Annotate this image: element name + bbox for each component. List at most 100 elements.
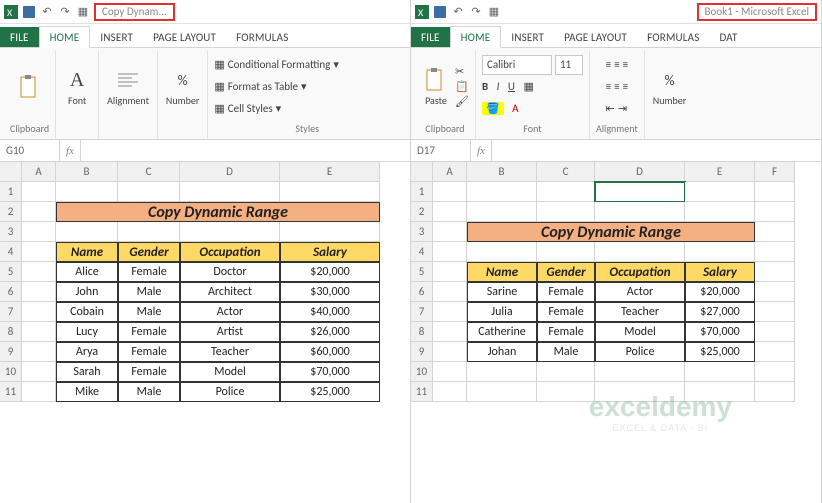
cell[interactable]: Female xyxy=(118,262,180,282)
col-header[interactable]: C xyxy=(118,162,180,182)
number-button[interactable]: %Number xyxy=(651,65,688,108)
col-header[interactable]: E xyxy=(280,162,380,182)
cell[interactable]: Gender xyxy=(118,242,180,262)
font-button[interactable]: AFont xyxy=(62,65,92,108)
cell[interactable] xyxy=(22,362,56,382)
row-header[interactable]: 2 xyxy=(0,202,22,222)
name-box[interactable]: D17 xyxy=(411,140,471,161)
cell[interactable] xyxy=(755,322,795,342)
cell[interactable]: Male xyxy=(118,382,180,402)
grid-icon[interactable]: ▦ xyxy=(76,5,90,19)
cell[interactable] xyxy=(537,202,595,222)
tab-data[interactable]: DAT xyxy=(709,27,747,47)
align-mid-icon[interactable]: ≡ xyxy=(614,58,619,71)
cell[interactable]: $25,000 xyxy=(280,382,380,402)
cell[interactable] xyxy=(467,382,537,402)
cell[interactable] xyxy=(755,302,795,322)
format-table-button[interactable]: ▦Format as Table ▾ xyxy=(214,77,339,97)
cell[interactable] xyxy=(755,222,795,242)
row-header[interactable]: 9 xyxy=(0,342,22,362)
cell[interactable]: Catherine xyxy=(467,322,537,342)
cell[interactable]: Male xyxy=(118,282,180,302)
cell[interactable]: Architect xyxy=(180,282,280,302)
cell[interactable]: $20,000 xyxy=(685,282,755,302)
cell[interactable]: Female xyxy=(118,322,180,342)
col-header[interactable]: B xyxy=(56,162,118,182)
cell[interactable] xyxy=(537,362,595,382)
cell[interactable] xyxy=(280,222,380,242)
cell[interactable]: Model xyxy=(595,322,685,342)
cell[interactable] xyxy=(433,282,467,302)
cell[interactable] xyxy=(467,182,537,202)
tab-page-layout[interactable]: PAGE LAYOUT xyxy=(554,27,637,47)
cell[interactable]: $25,000 xyxy=(685,342,755,362)
cell[interactable] xyxy=(685,182,755,202)
indent-inc-icon[interactable]: ⇥ xyxy=(618,102,627,115)
cell[interactable] xyxy=(755,362,795,382)
row-header[interactable]: 4 xyxy=(0,242,22,262)
cell[interactable]: Occupation xyxy=(180,242,280,262)
cell[interactable]: Female xyxy=(118,342,180,362)
cell[interactable] xyxy=(467,242,537,262)
cell[interactable] xyxy=(685,202,755,222)
align-right-icon[interactable]: ≡ xyxy=(623,80,628,93)
name-box[interactable]: G10 xyxy=(0,140,60,161)
select-all[interactable] xyxy=(411,162,433,182)
cell[interactable] xyxy=(595,382,685,402)
cell[interactable] xyxy=(22,342,56,362)
row-header[interactable]: 10 xyxy=(0,362,22,382)
col-header[interactable]: F xyxy=(755,162,795,182)
cell[interactable] xyxy=(433,202,467,222)
cell[interactable]: Name xyxy=(467,262,537,282)
col-header[interactable]: A xyxy=(433,162,467,182)
cell[interactable] xyxy=(22,202,56,222)
tab-insert[interactable]: INSERT xyxy=(90,27,143,47)
select-all[interactable] xyxy=(0,162,22,182)
cell[interactable]: Actor xyxy=(595,282,685,302)
cell[interactable] xyxy=(22,242,56,262)
cell[interactable]: $20,000 xyxy=(280,262,380,282)
align-center-icon[interactable]: ≡ xyxy=(614,80,619,93)
cell[interactable] xyxy=(467,202,537,222)
cell[interactable]: Arya xyxy=(56,342,118,362)
cell[interactable]: $26,000 xyxy=(280,322,380,342)
cell[interactable]: Sarine xyxy=(467,282,537,302)
cell[interactable] xyxy=(280,182,380,202)
row-header[interactable]: 6 xyxy=(411,282,433,302)
border-button[interactable]: ▦ xyxy=(523,80,533,93)
formula-input[interactable] xyxy=(80,140,410,161)
row-header[interactable]: 8 xyxy=(0,322,22,342)
cell[interactable] xyxy=(22,382,56,402)
cell[interactable]: Sarah xyxy=(56,362,118,382)
copy-icon[interactable]: 📋 xyxy=(455,80,469,93)
row-header[interactable]: 3 xyxy=(411,222,433,242)
cell[interactable]: Occupation xyxy=(595,262,685,282)
cell[interactable] xyxy=(22,262,56,282)
brush-icon[interactable]: 🖌 xyxy=(455,95,469,108)
cell[interactable]: Female xyxy=(537,302,595,322)
cell[interactable] xyxy=(433,222,467,242)
cell[interactable]: $27,000 xyxy=(685,302,755,322)
col-header[interactable]: C xyxy=(537,162,595,182)
col-header[interactable]: B xyxy=(467,162,537,182)
cell[interactable] xyxy=(22,302,56,322)
cell[interactable]: Doctor xyxy=(180,262,280,282)
cell[interactable]: Male xyxy=(537,342,595,362)
align-top-icon[interactable]: ≡ xyxy=(606,58,611,71)
cell[interactable] xyxy=(537,242,595,262)
row-header[interactable]: 2 xyxy=(411,202,433,222)
cell[interactable] xyxy=(22,322,56,342)
cell[interactable] xyxy=(467,362,537,382)
cell[interactable]: Police xyxy=(180,382,280,402)
cell[interactable]: John xyxy=(56,282,118,302)
cell[interactable]: Copy Dynamic Range xyxy=(467,222,755,242)
cell[interactable]: Artist xyxy=(180,322,280,342)
cell[interactable]: Model xyxy=(180,362,280,382)
row-header[interactable]: 11 xyxy=(411,382,433,402)
cell[interactable]: Cobain xyxy=(56,302,118,322)
col-header[interactable]: D xyxy=(180,162,280,182)
align-bot-icon[interactable]: ≡ xyxy=(623,58,628,71)
row-header[interactable]: 4 xyxy=(411,242,433,262)
sheet-left[interactable]: ABCDE12Copy Dynamic Range34NameGenderOcc… xyxy=(0,162,410,503)
align-left-icon[interactable]: ≡ xyxy=(606,80,611,93)
